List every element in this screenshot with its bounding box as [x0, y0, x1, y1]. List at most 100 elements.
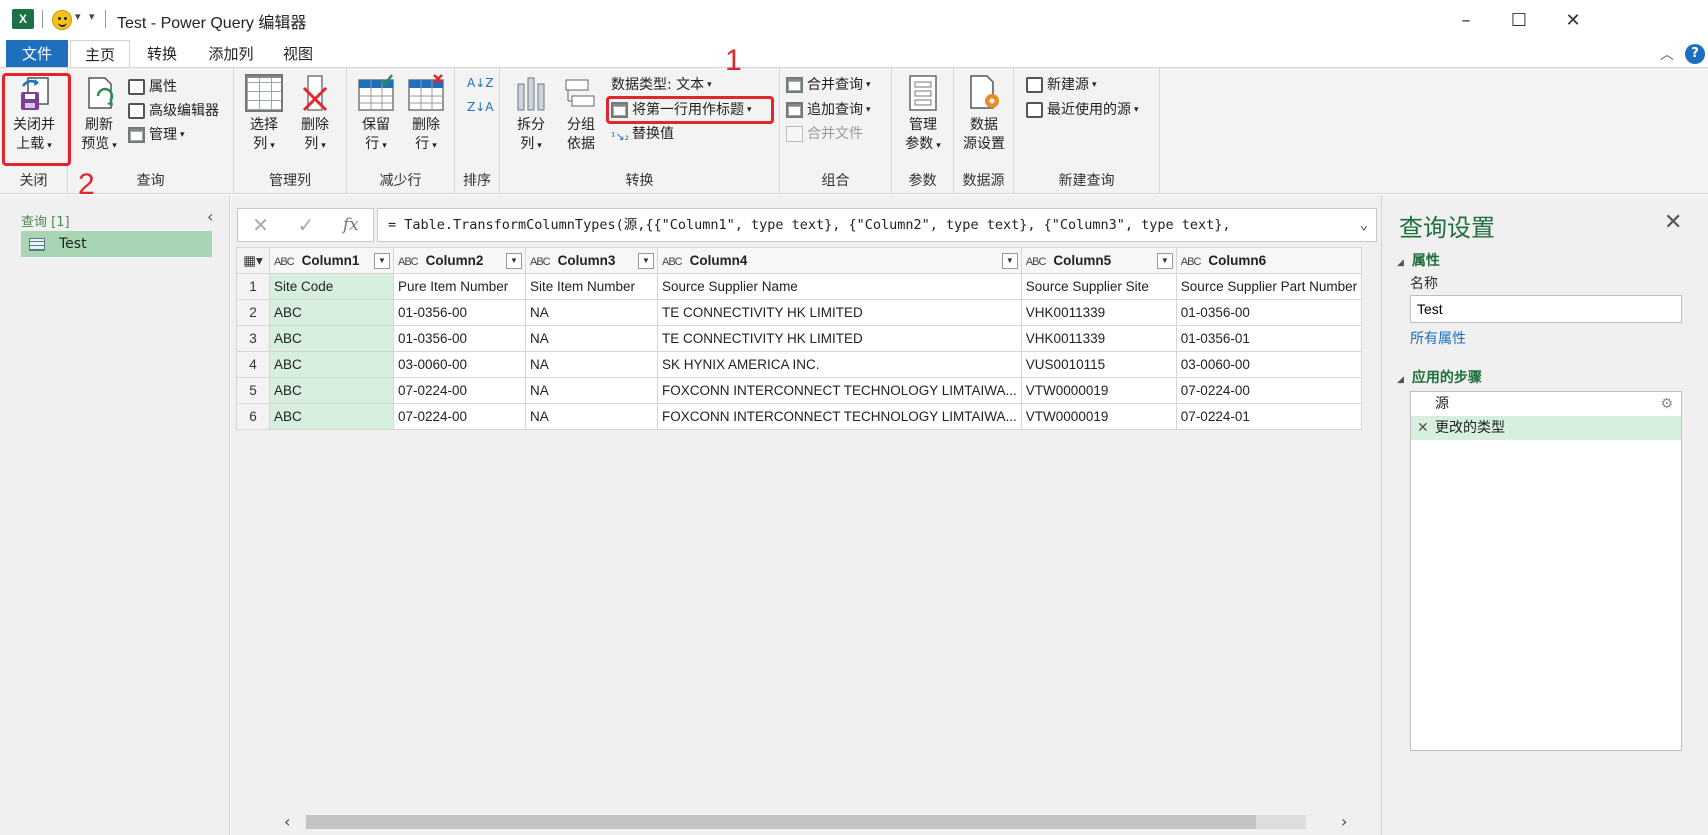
row-number[interactable]: 4	[236, 351, 270, 378]
text-type-icon[interactable]: ABC	[398, 256, 419, 268]
table-cell[interactable]: FOXCONN INTERCONNECT TECHNOLOGY LIMTAIWA…	[657, 377, 1022, 404]
query-name-input[interactable]	[1410, 295, 1682, 323]
filter-dropdown-icon[interactable]: ▼	[638, 253, 654, 269]
table-cell[interactable]: 03-0060-00	[393, 351, 526, 378]
filter-dropdown-icon[interactable]: ▼	[1001, 253, 1018, 269]
table-cell[interactable]: Site Item Number	[525, 273, 658, 300]
table-cell[interactable]: NA	[525, 351, 658, 378]
column-header[interactable]: ABC Column6	[1175, 247, 1363, 274]
table-cell[interactable]: 01-0356-01	[1175, 325, 1363, 352]
table-cell[interactable]: ABC	[269, 325, 394, 352]
delete-step-icon[interactable]: ✕	[1417, 416, 1429, 440]
text-type-icon[interactable]: ABC	[530, 256, 551, 268]
column-header[interactable]: ABC Column3 ▼	[525, 247, 658, 274]
table-cell[interactable]: 01-0356-00	[393, 299, 526, 326]
table-menu-icon[interactable]: ▦▾	[236, 247, 270, 274]
table-cell[interactable]: VTW0000019	[1020, 377, 1177, 404]
horizontal-scrollbar[interactable]: ‹ ›	[266, 812, 1376, 832]
scrollbar-thumb[interactable]	[306, 815, 1256, 829]
scroll-right-icon[interactable]: ›	[1341, 812, 1347, 831]
table-cell[interactable]: 07-0224-00	[393, 377, 526, 404]
tab-file[interactable]: 文件	[6, 40, 68, 68]
chevron-down-icon[interactable]: ⌄	[1360, 209, 1368, 241]
keep-rows-button[interactable]: 保留 行 ▾	[352, 74, 400, 156]
group-by-button[interactable]: 分组 依据	[558, 74, 604, 154]
table-cell[interactable]: 03-0060-00	[1175, 351, 1363, 378]
tab-view[interactable]: 视图	[269, 40, 327, 68]
replace-values-button[interactable]: ¹↘₂ 替换值	[611, 123, 674, 145]
quick-access-customize-icon[interactable]: ▾	[89, 10, 95, 23]
cancel-formula-icon[interactable]: ✕	[252, 213, 269, 237]
merge-queries-button[interactable]: 合并查询 ▾	[786, 74, 871, 96]
table-cell[interactable]: NA	[525, 325, 658, 352]
tab-add-column[interactable]: 添加列	[196, 40, 266, 68]
row-number[interactable]: 6	[236, 403, 270, 430]
table-cell[interactable]: ABC	[269, 403, 394, 430]
sort-descending-button[interactable]: Z↓A	[467, 98, 493, 116]
properties-button[interactable]: 属性	[128, 76, 177, 98]
column-header[interactable]: ABC Column1 ▼	[269, 247, 394, 274]
text-type-icon[interactable]: ABC	[274, 256, 295, 268]
formula-input[interactable]: = Table.TransformColumnTypes(源,{{"Column…	[377, 208, 1377, 242]
table-cell[interactable]: 07-0224-01	[1175, 403, 1363, 430]
table-cell[interactable]: VHK0011339	[1020, 299, 1177, 326]
table-cell[interactable]: 01-0356-00	[1175, 299, 1363, 326]
table-cell[interactable]: 07-0224-00	[1175, 377, 1363, 404]
applied-steps-section-header[interactable]: 应用的步骤	[1397, 367, 1482, 387]
text-type-icon[interactable]: ABC	[1181, 256, 1202, 268]
filter-dropdown-icon[interactable]: ▼	[1156, 253, 1173, 269]
table-cell[interactable]: 01-0356-00	[393, 325, 526, 352]
collapse-panel-icon[interactable]: ‹	[207, 207, 213, 226]
smiley-feedback-icon[interactable]	[52, 10, 72, 30]
remove-rows-button[interactable]: 删除 行 ▾	[402, 74, 450, 156]
tab-transform[interactable]: 转换	[131, 40, 193, 68]
table-cell[interactable]: TE CONNECTIVITY HK LIMITED	[657, 325, 1022, 352]
commit-formula-icon[interactable]: ✓	[298, 213, 315, 237]
filter-dropdown-icon[interactable]: ▼	[374, 253, 390, 269]
minimize-button[interactable]: –	[1443, 4, 1489, 36]
maximize-button[interactable]: ☐	[1496, 4, 1542, 36]
split-column-button[interactable]: 拆分 列 ▾	[508, 74, 554, 156]
table-cell[interactable]: NA	[525, 377, 658, 404]
step-item[interactable]: 源 ⚙	[1411, 392, 1681, 416]
table-cell[interactable]: Source Supplier Part Number	[1175, 273, 1363, 300]
choose-columns-button[interactable]: 选择 列 ▾	[240, 74, 288, 156]
tab-home[interactable]: 主页	[70, 40, 130, 68]
new-source-button[interactable]: 新建源 ▾	[1026, 74, 1097, 96]
append-queries-button[interactable]: 追加查询 ▾	[786, 99, 871, 121]
row-number[interactable]: 2	[236, 299, 270, 326]
step-item[interactable]: ✕ 更改的类型	[1411, 416, 1681, 440]
table-cell[interactable]: ABC	[269, 351, 394, 378]
smiley-dropdown-icon[interactable]: ▾	[75, 10, 81, 23]
gear-icon[interactable]: ⚙	[1660, 392, 1673, 416]
table-cell[interactable]: TE CONNECTIVITY HK LIMITED	[657, 299, 1022, 326]
data-source-settings-button[interactable]: 数据 源设置	[959, 74, 1009, 154]
row-number[interactable]: 1	[236, 273, 270, 300]
recent-sources-button[interactable]: 最近使用的源 ▾	[1026, 99, 1139, 121]
table-cell[interactable]: SK HYNIX AMERICA INC.	[657, 351, 1022, 378]
table-cell[interactable]: 07-0224-00	[393, 403, 526, 430]
table-cell[interactable]: Source Supplier Site	[1020, 273, 1177, 300]
advanced-editor-button[interactable]: 高级编辑器	[128, 100, 219, 122]
fx-icon[interactable]: fx	[343, 215, 359, 235]
scroll-left-icon[interactable]: ‹	[284, 812, 290, 831]
sort-ascending-button[interactable]: A↓Z	[467, 74, 493, 92]
all-properties-link[interactable]: 所有属性	[1410, 328, 1466, 348]
filter-dropdown-icon[interactable]: ▼	[506, 253, 522, 269]
table-cell[interactable]: NA	[525, 403, 658, 430]
column-header[interactable]: ABC Column4 ▼	[657, 247, 1022, 274]
table-cell[interactable]: Pure Item Number	[393, 273, 526, 300]
manage-parameters-button[interactable]: 管理 参数 ▾	[898, 74, 948, 156]
table-cell[interactable]: ABC	[269, 377, 394, 404]
properties-section-header[interactable]: 属性	[1397, 250, 1440, 270]
refresh-preview-button[interactable]: 刷新 预览 ▾	[76, 74, 122, 156]
collapse-ribbon-icon[interactable]: ︿	[1660, 44, 1674, 64]
data-type-dropdown[interactable]: 数据类型: 文本 ▾	[611, 74, 712, 96]
close-window-button[interactable]: ✕	[1550, 4, 1596, 36]
close-panel-icon[interactable]: ✕	[1664, 210, 1682, 235]
table-cell[interactable]: ABC	[269, 299, 394, 326]
column-header[interactable]: ABC Column5 ▼	[1020, 247, 1177, 274]
column-header[interactable]: ABC Column2 ▼	[393, 247, 526, 274]
help-icon[interactable]: ?	[1685, 44, 1705, 64]
table-cell[interactable]: FOXCONN INTERCONNECT TECHNOLOGY LIMTAIWA…	[657, 403, 1022, 430]
